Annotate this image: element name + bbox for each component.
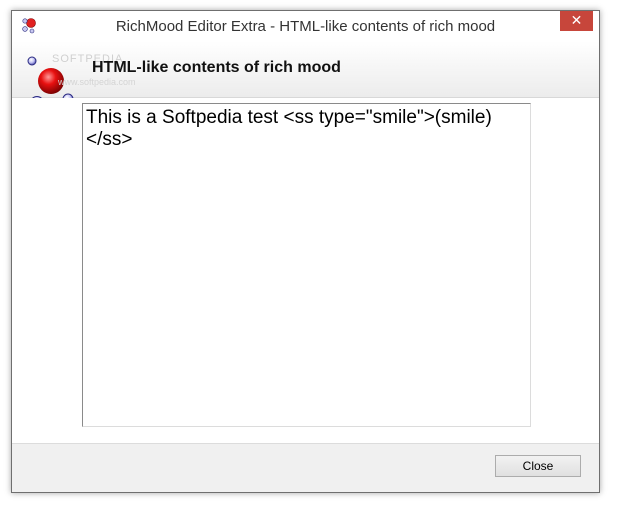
- title-bar[interactable]: RichMood Editor Extra - HTML-like conten…: [12, 11, 599, 41]
- dialog-header: SOFTPEDIA www.softpedia.com HTML-like co…: [12, 41, 599, 127]
- close-button[interactable]: Close: [495, 455, 581, 477]
- window-title: RichMood Editor Extra - HTML-like conten…: [115, 18, 496, 35]
- dialog-footer: Close: [12, 443, 599, 492]
- rich-text-editor[interactable]: This is a Softpedia test <ss type="smile…: [82, 103, 531, 427]
- close-window-button[interactable]: ✕: [560, 11, 593, 31]
- softpedia-watermark-url: www.softpedia.com: [58, 77, 136, 87]
- content-area: This is a Softpedia test <ss type="smile…: [12, 98, 599, 444]
- dialog-window: RichMood Editor Extra - HTML-like conten…: [11, 10, 600, 493]
- close-icon: ✕: [570, 13, 583, 29]
- dialog-heading: HTML-like contents of rich mood: [92, 59, 341, 76]
